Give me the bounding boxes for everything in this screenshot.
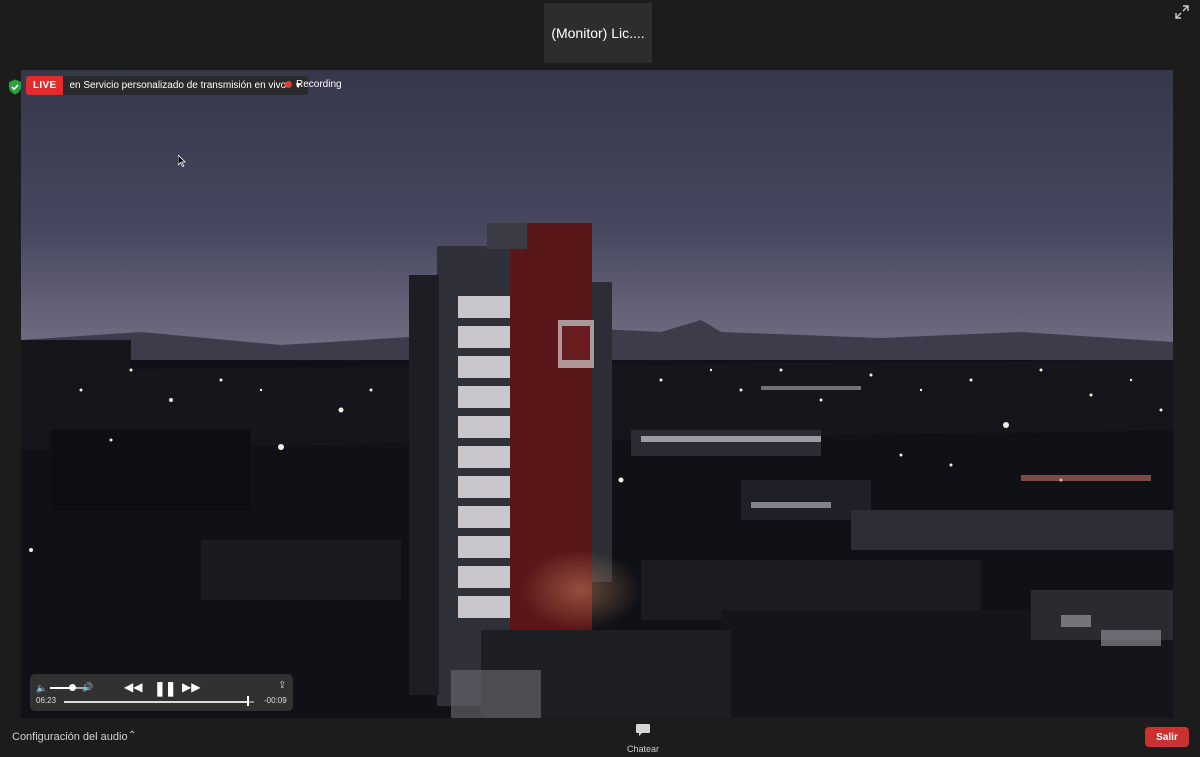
pause-icon[interactable]: ❚❚	[154, 680, 176, 697]
chat-button[interactable]: Chatear	[620, 723, 666, 754]
remaining-time: -00:09	[264, 696, 287, 705]
exit-button[interactable]: Salir	[1145, 727, 1189, 747]
live-stream-bar[interactable]: LIVE en Servicio personalizado de transm…	[26, 76, 309, 95]
audio-config-button[interactable]: Configuración del audio	[12, 731, 128, 743]
exit-label: Salir	[1156, 731, 1178, 743]
progress-thumb[interactable]	[247, 696, 250, 706]
volume-high-icon[interactable]: 🔊	[82, 682, 93, 693]
rewind-icon[interactable]: ◀◀	[124, 680, 142, 694]
progress-fill	[64, 701, 249, 703]
recording-label: Recording	[296, 79, 342, 90]
recording-indicator: Recording	[285, 79, 342, 90]
expand-arrows-icon	[1175, 5, 1189, 19]
bottom-toolbar: Configuración del audio ⌃ Chatear Salir	[0, 718, 1200, 757]
volume-knob[interactable]	[69, 684, 76, 691]
video-stream[interactable]	[21, 70, 1173, 718]
elapsed-time: 06:23	[36, 696, 57, 705]
fast-forward-icon[interactable]: ▶▶	[182, 680, 200, 694]
volume-low-icon[interactable]: 🔈	[36, 683, 47, 694]
mouse-pointer-icon	[178, 155, 186, 167]
live-badge: LIVE	[26, 76, 64, 95]
chevron-up-icon[interactable]: ⌃	[128, 730, 136, 741]
chat-label: Chatear	[626, 744, 660, 754]
chat-bubble-icon	[636, 724, 650, 736]
video-player-controls: 🔈 🔊 ◀◀ ❚❚ ▶▶ ⇪ 06:23 -00:09	[30, 674, 293, 711]
recording-dot-icon	[285, 81, 292, 88]
expand-button[interactable]	[1170, 0, 1194, 24]
live-service-text: en Servicio personalizado de transmisión…	[63, 76, 295, 95]
participant-name: (Monitor) Lic....	[551, 25, 645, 41]
shield-check-icon	[9, 79, 21, 95]
participant-tile[interactable]: (Monitor) Lic....	[544, 3, 652, 63]
campus-night-scene	[21, 70, 1173, 718]
share-icon[interactable]: ⇪	[278, 680, 286, 691]
